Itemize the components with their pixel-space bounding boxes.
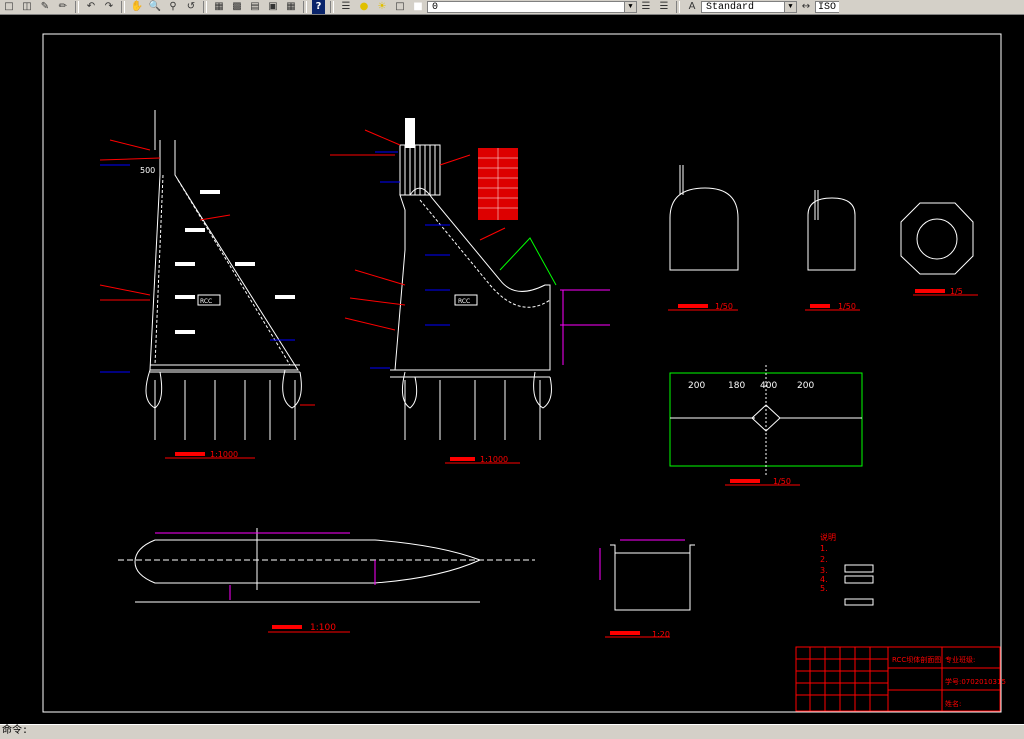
pencil-icon[interactable]: ✎ [36,0,54,14]
legend-swatches [844,564,874,606]
layer-dropdown[interactable]: 0 ▼ [427,1,637,13]
title-block-name: 姓名: [945,699,961,708]
gallery-2-title [810,304,830,308]
svg-text:1.: 1. [820,544,828,553]
layer-previous-icon[interactable]: ☰ [637,0,655,14]
scale-label-7: 1:100 [310,623,336,633]
lock-icon[interactable]: □ [391,0,409,14]
text-style-value: Standard [706,2,755,13]
rcc-label-2: RCC [458,298,470,305]
open-icon[interactable]: ◫ [18,0,36,14]
svg-text:200: 200 [688,381,705,391]
dam-1-elev-labels [175,190,295,334]
color-square-icon[interactable]: ■ [409,0,427,14]
dam-section-1 [145,110,302,440]
lightbulb-icon[interactable]: ● [355,0,373,14]
cad-drawing: RCC 500 1:1000 RCC 1:1000 1/50 1/50 1/5 … [42,33,1006,713]
text-style-dropdown[interactable]: Standard ▼ [701,1,797,13]
title-block-major: 专业班级: [945,655,975,664]
svg-text:4.: 4. [820,575,828,584]
properties-icon[interactable]: ▦ [210,0,228,14]
scale-label-2: 1:1000 [480,455,508,464]
dim-style-value: ISO [818,2,837,13]
gallery-1-title [678,304,708,308]
sun-icon[interactable]: ☀ [373,0,391,14]
scale-label-8: 1:20 [652,630,670,639]
design-center-icon[interactable]: ▩ [228,0,246,14]
toolbar-separator [203,1,207,13]
dim-style-dropdown[interactable]: ISO [815,1,839,13]
notes-block: 说明 1. 2. 3. 4. 5. [820,532,836,593]
layer-manager-icon[interactable]: ☰ [337,0,355,14]
beam-section [610,544,695,611]
scale-label-4: 1/50 [838,302,856,311]
joint-dims: 200 180 400 200 [688,381,814,391]
pan-icon[interactable]: ✋ [128,0,146,14]
svg-text:200: 200 [797,381,814,391]
svg-text:5.: 5. [820,584,828,593]
title-text-1 [175,452,205,456]
drawing-canvas[interactable]: RCC 500 1:1000 RCC 1:1000 1/50 1/50 1/5 … [0,15,1024,724]
gallery-section-2 [807,190,856,271]
dam-2-top-label [405,118,415,148]
toolbar-separator [75,1,79,13]
title-block-student-no: 学号:0702010315 [945,677,1006,686]
svg-text:180: 180 [728,381,745,391]
joint-title [730,479,760,483]
rcc-label-1: RCC [200,298,212,305]
new-icon[interactable]: □ [0,0,18,14]
standard-toolbar: □ ◫ ✎ ✏ ↶ ↷ ✋ 🔍 ⚲ ↺ ▦ ▩ ▤ ▣ ▦ ? ☰ ● ☀ □ … [0,0,1024,15]
toolbar-separator [121,1,125,13]
redo-icon[interactable]: ↷ [100,0,118,14]
drain-title [915,289,945,293]
zoom-previous-icon[interactable]: ↺ [182,0,200,14]
command-prompt: 命令: [2,726,29,737]
title-block-drawing-name: RCC坝体剖面图 [892,655,941,664]
beam-title [610,631,640,635]
tool-palettes-icon[interactable]: ▤ [246,0,264,14]
sheet-set-icon[interactable]: ▣ [264,0,282,14]
dim-style-icon[interactable]: ↔ [797,0,815,14]
toolbar-separator [676,1,680,13]
dam-2-green-lines [499,237,557,286]
calculator-icon[interactable]: ▦ [282,0,300,14]
svg-text:400: 400 [760,381,777,391]
title-text-2 [450,457,475,461]
pier-title [272,625,302,629]
beam-dims [599,539,685,580]
svg-text:3.: 3. [820,566,828,575]
paint-icon[interactable]: ✏ [54,0,72,14]
toolbar-separator [330,1,334,13]
drain-octagon [900,202,974,275]
chevron-down-icon[interactable]: ▼ [624,2,636,12]
pier-plan [118,528,535,603]
undo-icon[interactable]: ↶ [82,0,100,14]
help-icon[interactable]: ? [312,0,325,14]
layer-dropdown-value: 0 [432,2,439,13]
dam-1-blue-marks [100,164,295,373]
dam-section-2 [390,144,552,440]
command-line[interactable]: 命令: [0,724,1024,738]
zoom-window-icon[interactable]: ⚲ [164,0,182,14]
svg-text:说明: 说明 [820,532,836,542]
zoom-realtime-icon[interactable]: 🔍 [146,0,164,14]
scale-label-1: 1:1000 [210,450,238,459]
gallery-section-1 [669,165,739,271]
dam-2-magenta-dims [560,289,610,365]
layer-states-icon[interactable]: ☰ [655,0,673,14]
svg-text:2.: 2. [820,555,828,564]
scale-label-5: 1/5 [950,287,963,296]
scale-label-6: 1/50 [773,477,791,486]
text-style-icon[interactable]: A [683,0,701,14]
dim-500: 500 [140,166,155,175]
toolbar-separator [303,1,307,13]
pier-plan-dims [155,532,376,600]
scale-label-3: 1/50 [715,302,733,311]
chevron-down-icon[interactable]: ▼ [784,2,796,12]
